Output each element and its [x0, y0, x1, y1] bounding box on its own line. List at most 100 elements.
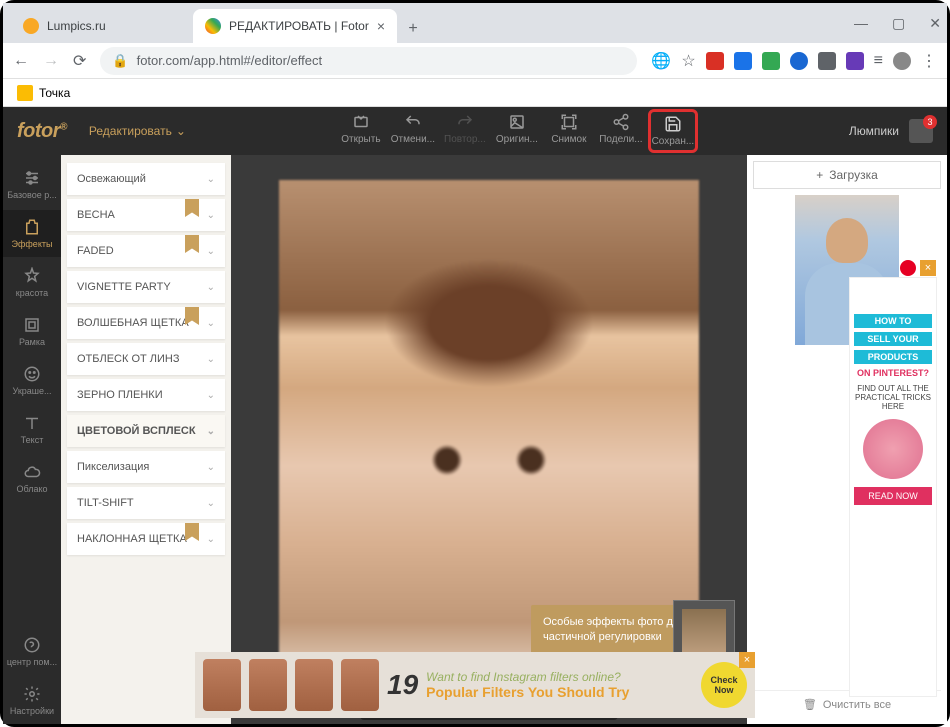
forward-icon[interactable]: → [43, 52, 59, 70]
extension-icon[interactable] [762, 52, 780, 70]
premium-flag-icon [185, 523, 199, 541]
user-avatar[interactable]: 3 [909, 119, 933, 143]
chevron-down-icon: ⌄ [207, 354, 215, 365]
upload-button[interactable]: +Загрузка [753, 161, 941, 189]
edit-mode-dropdown[interactable]: Редактировать ⌄ [89, 124, 186, 138]
effect-label: Пикселизация [77, 461, 149, 473]
original-button[interactable]: Оригин... [492, 109, 542, 153]
share-button[interactable]: Подели... [596, 109, 646, 153]
effect-item[interactable]: ВОЛШЕБНАЯ ЩЕТКА ⌄ [67, 307, 225, 339]
ad-sidebar[interactable]: × HOW TO SELL YOUR PRODUCTS ON PINTEREST… [849, 277, 937, 697]
menu-icon[interactable]: ⋮ [921, 51, 937, 71]
lock-icon: 🔒 [112, 53, 128, 69]
extension-icon[interactable] [734, 52, 752, 70]
chevron-down-icon: ⌄ [207, 210, 215, 221]
chevron-down-icon: ⌄ [207, 498, 215, 509]
chevron-down-icon: ⌄ [207, 282, 215, 293]
sidebar-item-stickers[interactable]: Украше... [3, 357, 61, 404]
star-icon[interactable]: ☆ [681, 51, 695, 71]
tab-title: Lumpics.ru [47, 19, 106, 33]
close-window-icon[interactable]: ✕ [929, 15, 941, 32]
pinterest-icon [900, 260, 916, 276]
ad-image [203, 659, 241, 711]
maximize-icon[interactable]: ▢ [892, 15, 905, 32]
effect-item[interactable]: Пикселизация ⌄ [67, 451, 225, 483]
notification-badge: 3 [923, 115, 937, 129]
sidebar-item-beauty[interactable]: красота [3, 259, 61, 306]
ad-image [249, 659, 287, 711]
sidebar-item-help[interactable]: центр пом... [3, 628, 61, 675]
effect-label: FADED [77, 245, 114, 257]
sidebar-item-text[interactable]: Текст [3, 406, 61, 453]
close-ad-icon[interactable]: × [739, 652, 755, 668]
trash-icon: 🗑 [803, 698, 817, 711]
effect-item[interactable]: TILT-SHIFT⌄ [67, 487, 225, 519]
sidebar-item-cloud[interactable]: Облако [3, 455, 61, 502]
ad-image [295, 659, 333, 711]
extension-icon[interactable] [706, 52, 724, 70]
close-tab-icon[interactable]: × [377, 18, 385, 34]
sidebar-item-effects[interactable]: Эффекты [3, 210, 61, 257]
reading-list-icon[interactable]: ≡ [874, 52, 883, 70]
effect-item[interactable]: FADED⌄ [67, 235, 225, 267]
close-ad-icon[interactable]: × [920, 260, 936, 276]
effect-label: ВОЛШЕБНАЯ ЩЕТКА [77, 317, 189, 329]
user-name[interactable]: Люмпики [849, 124, 899, 138]
minimize-icon[interactable]: — [854, 15, 868, 31]
window-controls: — ▢ ✕ [854, 3, 941, 43]
effect-label: ЗЕРНО ПЛЕНКИ [77, 389, 163, 401]
plus-icon: + [816, 168, 823, 182]
bookmarks-bar: Точка [3, 79, 947, 107]
chevron-down-icon: ⌄ [207, 426, 215, 437]
chevron-down-icon: ⌄ [207, 318, 215, 329]
reload-icon[interactable]: ⟳ [73, 51, 86, 71]
minimap-thumb [682, 609, 726, 657]
effect-item[interactable]: Освежающий⌄ [67, 163, 225, 195]
ad-cta-button[interactable]: Check Now [701, 662, 747, 708]
open-button[interactable]: Открыть [336, 109, 386, 153]
browser-tab[interactable]: Lumpics.ru [11, 9, 191, 43]
effect-label: ВЕСНА [77, 209, 115, 221]
chevron-down-icon: ⌄ [207, 462, 215, 473]
left-sidebar: Базовое р... Эффекты красота Рамка Украш… [3, 155, 61, 724]
save-button[interactable]: Сохран... [648, 109, 698, 153]
ad-cta-button[interactable]: READ NOW [854, 487, 932, 505]
effect-label: Освежающий [77, 173, 146, 185]
effect-item[interactable]: ЗЕРНО ПЛЕНКИ⌄ [67, 379, 225, 411]
ad-bottom-banner[interactable]: × 19 Want to find Instagram filters onli… [195, 652, 755, 718]
effect-item[interactable]: НАКЛОННАЯ ЩЕТКА⌄ [67, 523, 225, 555]
chevron-down-icon: ⌄ [176, 124, 186, 138]
effect-item[interactable]: ОТБЛЕСК ОТ ЛИНЗ⌄ [67, 343, 225, 375]
effect-item[interactable]: VIGNETTE PARTY⌄ [67, 271, 225, 303]
browser-tab-active[interactable]: РЕДАКТИРОВАТЬ | Fotor × [193, 9, 397, 43]
favicon-icon [205, 18, 221, 34]
effect-label: ЦВЕТОВОЙ ВСПЛЕСК [77, 425, 196, 437]
snapshot-button[interactable]: Снимок [544, 109, 594, 153]
redo-button[interactable]: Повтор... [440, 109, 490, 153]
favicon-icon [23, 18, 39, 34]
sidebar-item-basic[interactable]: Базовое р... [3, 161, 61, 208]
extension-icon[interactable] [818, 52, 836, 70]
premium-flag-icon [185, 199, 199, 217]
bookmark-item[interactable]: Точка [39, 86, 70, 100]
premium-flag-icon [185, 307, 199, 325]
fotor-app: fotor® Редактировать ⌄ Открыть Отмени...… [3, 107, 947, 724]
fotor-logo[interactable]: fotor® [17, 120, 67, 143]
new-tab-button[interactable]: + [399, 15, 427, 43]
effect-item[interactable]: ЦВЕТОВОЙ ВСПЛЕСК ⌄ [67, 415, 225, 447]
app-topbar: fotor® Редактировать ⌄ Открыть Отмени...… [3, 107, 947, 155]
url-input[interactable]: 🔒 fotor.com/app.html#/editor/effect [100, 47, 637, 75]
effect-label: НАКЛОННАЯ ЩЕТКА [77, 533, 187, 545]
effect-item[interactable]: ВЕСНА ⌄ [67, 199, 225, 231]
undo-button[interactable]: Отмени... [388, 109, 438, 153]
premium-flag-icon [185, 235, 199, 253]
extension-icon[interactable] [846, 52, 864, 70]
canvas-area[interactable]: × Особые эффекты фото для частичной регу… [231, 155, 747, 724]
profile-avatar-icon[interactable] [893, 52, 911, 70]
translate-icon[interactable]: 🌐 [651, 51, 671, 71]
sidebar-item-settings[interactable]: Настройки [3, 677, 61, 724]
sidebar-item-frame[interactable]: Рамка [3, 308, 61, 355]
extension-icon[interactable] [790, 52, 808, 70]
back-icon[interactable]: ← [13, 52, 29, 70]
address-bar: ← → ⟳ 🔒 fotor.com/app.html#/editor/effec… [3, 43, 947, 79]
